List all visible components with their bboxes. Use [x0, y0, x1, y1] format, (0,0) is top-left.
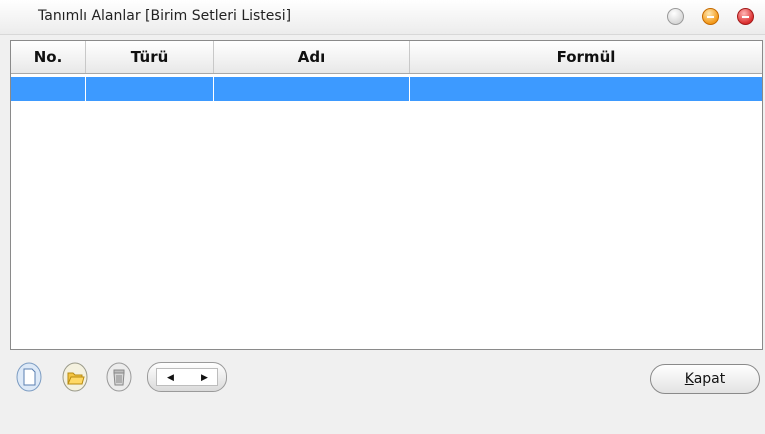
cell-type[interactable]	[86, 77, 214, 101]
open-folder-icon	[62, 362, 88, 392]
new-document-icon	[16, 362, 42, 392]
new-button[interactable]	[16, 362, 42, 392]
close-button-label: apat	[693, 371, 726, 387]
open-button[interactable]	[62, 362, 88, 392]
scroll-track[interactable]: ◀ ▶	[156, 368, 218, 386]
grid-header: No. Türü Adı Formül	[11, 41, 762, 74]
column-header-formula[interactable]: Formül	[410, 41, 762, 73]
cell-name[interactable]	[214, 77, 410, 101]
trash-icon	[106, 362, 132, 392]
maximize-button[interactable]	[702, 8, 719, 25]
cell-formula[interactable]	[410, 77, 762, 101]
left-arrow-icon[interactable]: ◀	[167, 373, 174, 383]
close-button-mnemonic: K	[684, 371, 694, 387]
scroll-arrows-control[interactable]: ◀ ▶	[147, 362, 227, 392]
column-header-no[interactable]: No.	[11, 41, 86, 73]
delete-button[interactable]	[106, 362, 132, 392]
minimize-button[interactable]	[667, 8, 684, 25]
window-title: Tanımlı Alanlar [Birim Setleri Listesi]	[38, 8, 292, 24]
cell-no[interactable]	[11, 77, 86, 101]
close-window-button[interactable]	[737, 8, 754, 25]
right-arrow-icon[interactable]: ▶	[201, 373, 208, 383]
table-row[interactable]	[11, 77, 762, 101]
column-header-name[interactable]: Adı	[214, 41, 410, 73]
unit-sets-grid[interactable]: No. Türü Adı Formül	[10, 40, 763, 350]
close-button[interactable]: Kapat	[650, 364, 760, 394]
column-header-type[interactable]: Türü	[86, 41, 214, 73]
title-bar: Tanımlı Alanlar [Birim Setleri Listesi]	[0, 0, 765, 35]
